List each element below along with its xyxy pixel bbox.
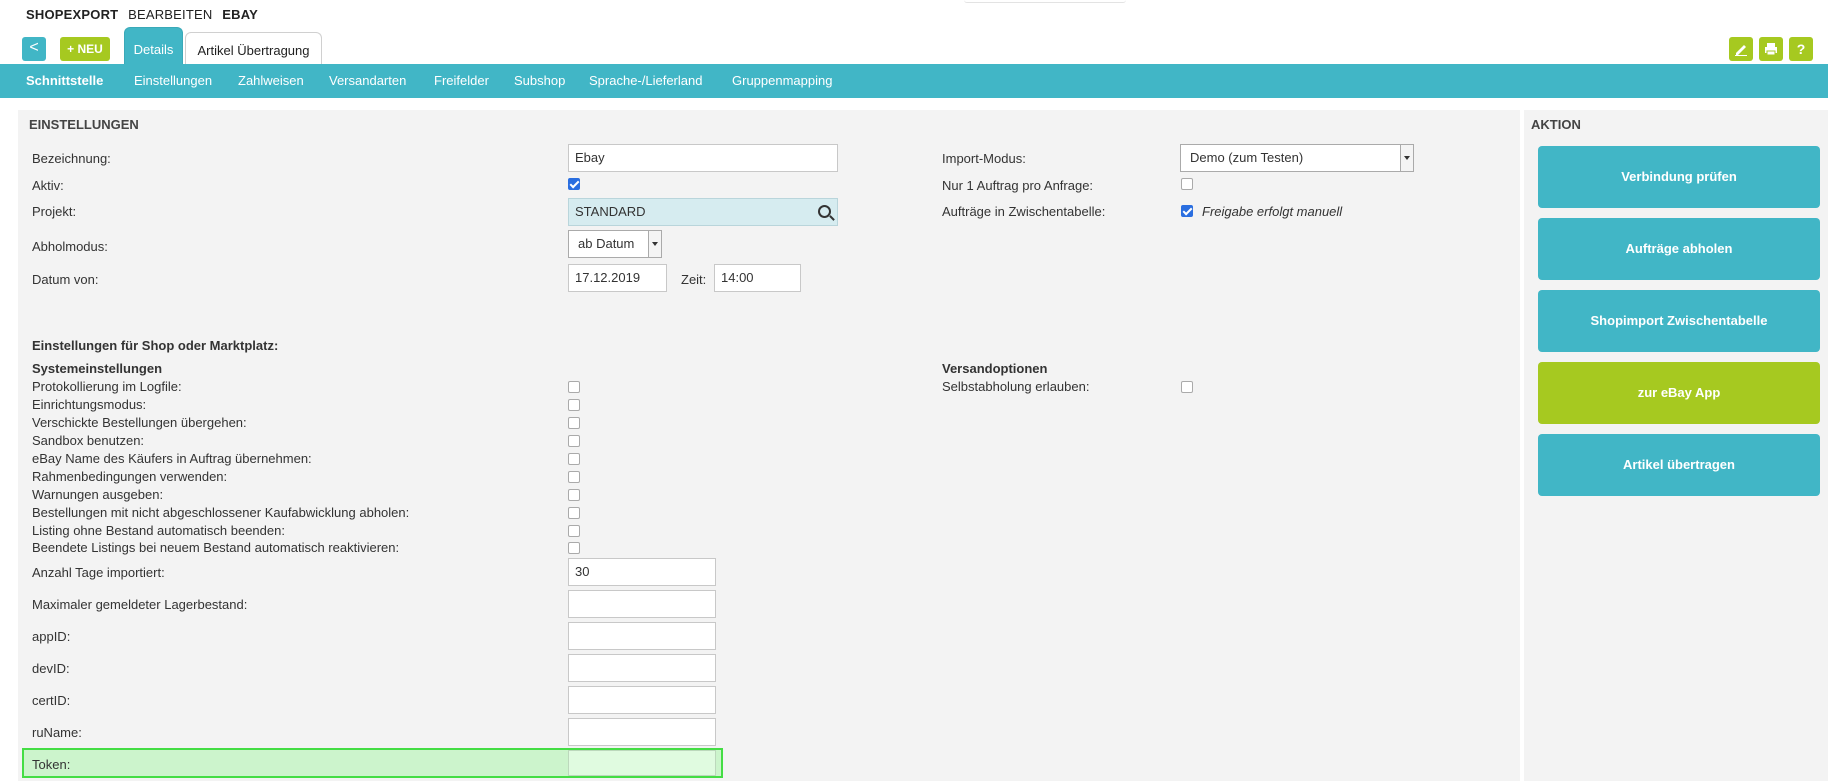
nav-sprache-lieferland[interactable]: Sprache-/Lieferland [589,64,702,98]
listing-beenden-checkbox[interactable] [568,525,580,537]
sandbox-checkbox[interactable] [568,435,580,447]
token-input[interactable] [568,750,716,776]
zwischentabelle-note: Freigabe erfolgt manuell [1202,204,1343,219]
datum-von-input[interactable]: 17.12.2019 [568,264,667,292]
devid-input[interactable] [568,654,716,682]
certid-label: certID: [32,693,71,708]
runame-input[interactable] [568,718,716,746]
back-button[interactable]: < [22,37,46,61]
edit-button[interactable] [1729,37,1753,61]
nav-freifelder[interactable]: Freifelder [434,64,489,98]
anzahl-tage-input[interactable]: 30 [568,558,716,586]
versand-heading: Versandoptionen [942,361,1048,376]
settings-title: EINSTELLUNGEN [29,117,139,132]
aktiv-checkbox[interactable] [568,178,580,190]
einrichtungsmodus-label: Einrichtungsmodus: [32,397,147,412]
nav-subshop[interactable]: Subshop [514,64,565,98]
listing-reaktivieren-label: Beendete Listings bei neuem Bestand auto… [32,540,400,555]
appid-input[interactable] [568,622,716,650]
anzahl-tage-label: Anzahl Tage importiert: [32,565,165,580]
nav-einstellungen[interactable]: Einstellungen [134,64,212,98]
listing-reaktivieren-checkbox[interactable] [568,542,580,554]
lagerbestand-label: Maximaler gemeldeter Lagerbestand: [32,597,248,612]
chevron-left-icon: < [29,39,39,56]
chevron-down-icon [1400,145,1413,171]
abholmodus-label: Abholmodus: [32,239,108,254]
bezeichnung-label: Bezeichnung: [32,151,111,166]
warnungen-checkbox[interactable] [568,489,580,501]
nur1-label: Nur 1 Auftrag pro Anfrage: [942,178,1094,193]
verbindung-pruefen-button[interactable]: Verbindung prüfen [1538,146,1820,208]
breadcrumb-action: BEARBEITEN [128,7,213,22]
selbstabholung-label: Selbstabholung erlauben: [942,379,1090,394]
listing-beenden-label: Listing ohne Bestand automatisch beenden… [32,523,285,538]
import-modus-label: Import-Modus: [942,151,1026,166]
einrichtungsmodus-checkbox[interactable] [568,399,580,411]
system-settings-heading: Systemeinstellungen [32,361,163,376]
projekt-label: Projekt: [32,204,77,219]
breadcrumb-module: SHOPEXPORT [26,7,119,22]
aktiv-label: Aktiv: [32,178,64,193]
verschickte-checkbox[interactable] [568,417,580,429]
appid-label: appID: [32,629,71,644]
zwischentabelle-checkbox[interactable] [1181,205,1193,217]
warnungen-label: Warnungen ausgeben: [32,487,164,502]
lagerbestand-input[interactable] [568,590,716,618]
help-button[interactable]: ? [1789,37,1813,61]
help-icon: ? [1796,41,1806,57]
devid-label: devID: [32,661,70,676]
protokollierung-checkbox[interactable] [568,381,580,393]
artikel-uebertragen-button[interactable]: Artikel übertragen [1538,434,1820,496]
kaufabwicklung-checkbox[interactable] [568,507,580,519]
tab-artikel-uebertragung[interactable]: Artikel Übertragung [185,32,322,65]
abholmodus-select[interactable]: ab Datum [568,230,662,258]
selbstabholung-checkbox[interactable] [1181,381,1193,393]
search-icon[interactable] [818,205,831,218]
abholmodus-value: ab Datum [578,236,635,251]
nav-zahlweisen[interactable]: Zahlweisen [238,64,304,98]
chevron-down-icon [648,231,661,257]
zur-ebay-app-button[interactable]: zur eBay App [1538,362,1820,424]
certid-input[interactable] [568,686,716,714]
ebay-name-checkbox[interactable] [568,453,580,465]
rahmenbedingungen-checkbox[interactable] [568,471,580,483]
print-button[interactable] [1759,37,1783,61]
rahmenbedingungen-label: Rahmenbedingungen verwenden: [32,469,228,484]
tab-details[interactable]: Details [124,27,183,65]
breadcrumb-entity: EBAY [222,7,259,22]
import-modus-value: Demo (zum Testen) [1190,150,1304,165]
nav-versandarten[interactable]: Versandarten [329,64,406,98]
shop-settings-heading: Einstellungen für Shop oder Marktplatz: [32,338,279,353]
protokollierung-label: Protokollierung im Logfile: [32,379,182,394]
verschickte-label: Verschickte Bestellungen übergehen: [32,415,247,430]
sandbox-label: Sandbox benutzen: [32,433,145,448]
datum-von-label: Datum von: [32,272,99,287]
new-button[interactable]: + NEU [60,37,110,61]
zeit-label: Zeit: [681,272,707,287]
kaufabwicklung-label: Bestellungen mit nicht abgeschlossener K… [32,505,410,520]
top-bar: SHOPEXPORT BEARBEITEN EBAY < + NEU Detai… [0,0,1828,65]
sub-navigation: Schnittstelle Einstellungen Zahlweisen V… [0,64,1828,98]
action-title: AKTION [1531,117,1581,132]
top-stub [964,0,1126,3]
projekt-input[interactable]: STANDARD [568,198,838,226]
print-icon [1765,43,1777,56]
bezeichnung-input[interactable]: Ebay [568,144,838,172]
token-label: Token: [32,757,71,772]
nav-schnittstelle[interactable]: Schnittstelle [26,64,103,98]
nur1-checkbox[interactable] [1181,178,1193,190]
breadcrumb: SHOPEXPORT BEARBEITEN EBAY [26,7,258,22]
zwischentabelle-label: Aufträge in Zwischentabelle: [942,204,1106,219]
projekt-value: STANDARD [575,204,646,219]
shopimport-zwischentabelle-button[interactable]: Shopimport Zwischentabelle [1538,290,1820,352]
auftraege-abholen-button[interactable]: Aufträge abholen [1538,218,1820,280]
ebay-name-label: eBay Name des Käufers in Auftrag überneh… [32,451,312,466]
edit-icon [1735,45,1747,56]
import-modus-select[interactable]: Demo (zum Testen) [1180,144,1414,172]
nav-gruppenmapping[interactable]: Gruppenmapping [732,64,832,98]
runame-label: ruName: [32,725,82,740]
zeit-input[interactable]: 14:00 [714,264,801,292]
